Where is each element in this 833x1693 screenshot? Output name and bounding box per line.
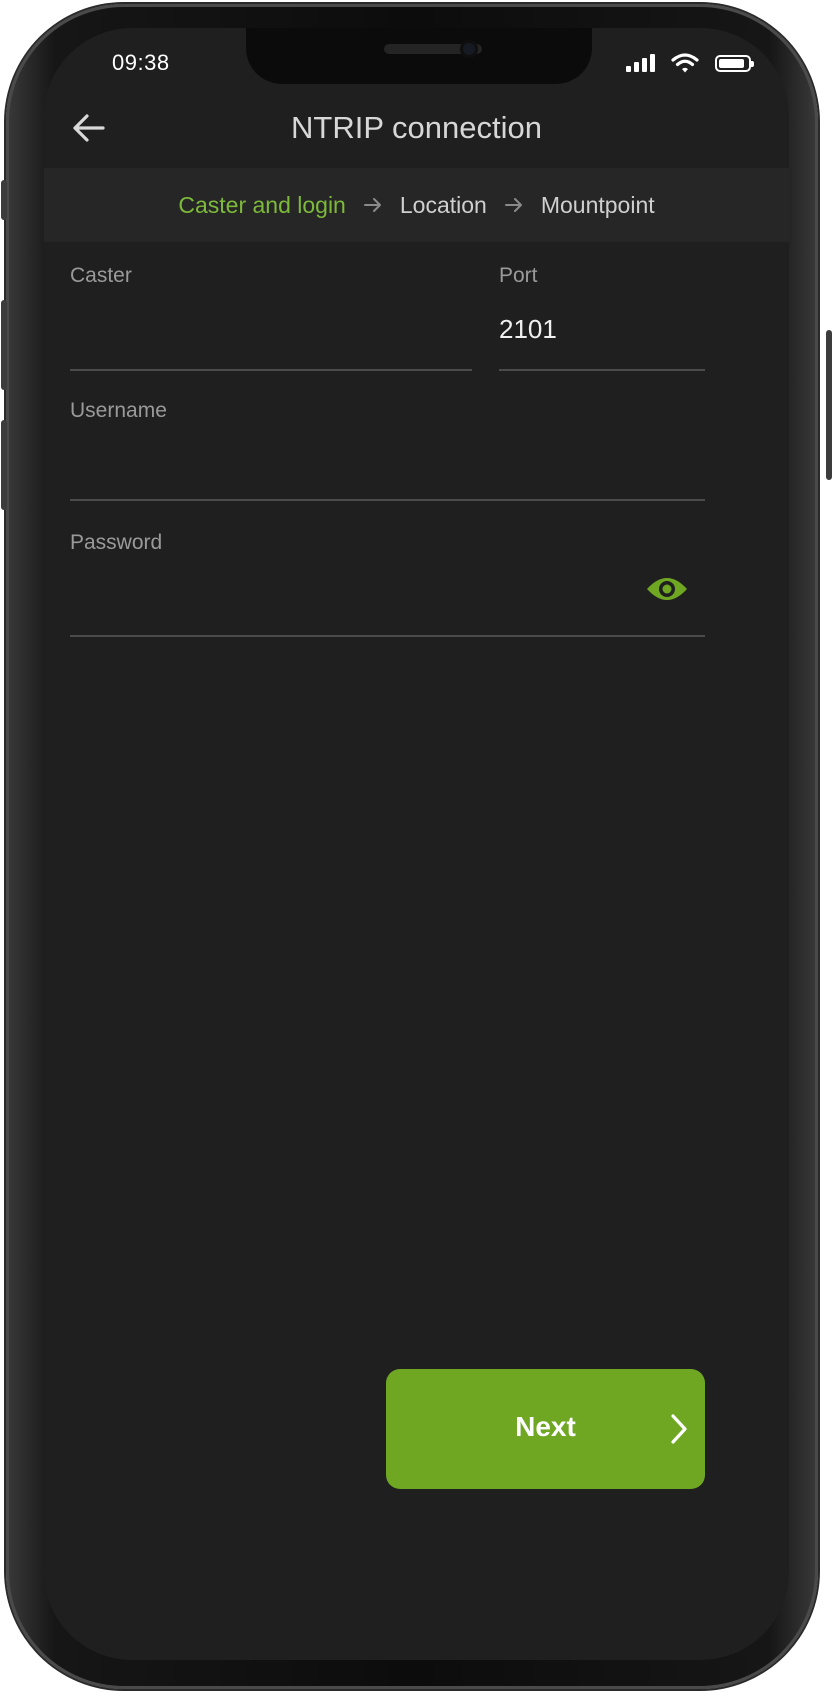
wifi-icon	[671, 53, 699, 73]
port-field[interactable]: Port 2101	[499, 264, 705, 374]
caster-label: Caster	[70, 264, 132, 287]
front-camera	[460, 40, 478, 58]
password-field[interactable]: Password	[70, 531, 705, 641]
username-underline	[70, 499, 705, 501]
arrow-right-icon	[363, 197, 382, 213]
status-time: 09:38	[112, 50, 170, 75]
page-title: NTRIP connection	[291, 110, 542, 145]
battery-icon	[715, 54, 754, 72]
status-icons	[626, 52, 754, 74]
password-visibility-toggle[interactable]	[645, 575, 689, 608]
notch	[246, 28, 592, 84]
app-bar: NTRIP connection	[44, 90, 789, 168]
stepper: Caster and login Location Mountpoint	[44, 168, 789, 242]
password-label: Password	[70, 531, 163, 554]
signal-icon	[626, 54, 655, 72]
caster-field[interactable]: Caster	[70, 264, 472, 374]
power-button	[826, 330, 832, 480]
port-label: Port	[499, 264, 538, 287]
phone-screen: 09:38 NTRIP connection Caster and login …	[44, 28, 789, 1660]
port-underline	[499, 369, 705, 371]
next-button[interactable]: Next	[386, 1369, 705, 1489]
password-underline	[70, 635, 705, 637]
side-button	[1, 180, 7, 220]
arrow-right-icon	[504, 197, 523, 213]
step-location[interactable]: Location	[400, 192, 487, 219]
volume-down-button	[1, 420, 7, 510]
step-mountpoint[interactable]: Mountpoint	[541, 192, 655, 219]
battery-fill	[719, 58, 745, 68]
caster-underline	[70, 369, 472, 371]
eye-icon	[647, 578, 687, 600]
step-caster-and-login[interactable]: Caster and login	[178, 192, 346, 219]
port-input[interactable]: 2101	[499, 314, 557, 345]
username-label: Username	[70, 399, 167, 422]
chevron-right-icon	[671, 1414, 687, 1444]
volume-up-button	[1, 300, 7, 390]
username-field[interactable]: Username	[70, 399, 705, 509]
next-button-label: Next	[515, 1411, 576, 1442]
